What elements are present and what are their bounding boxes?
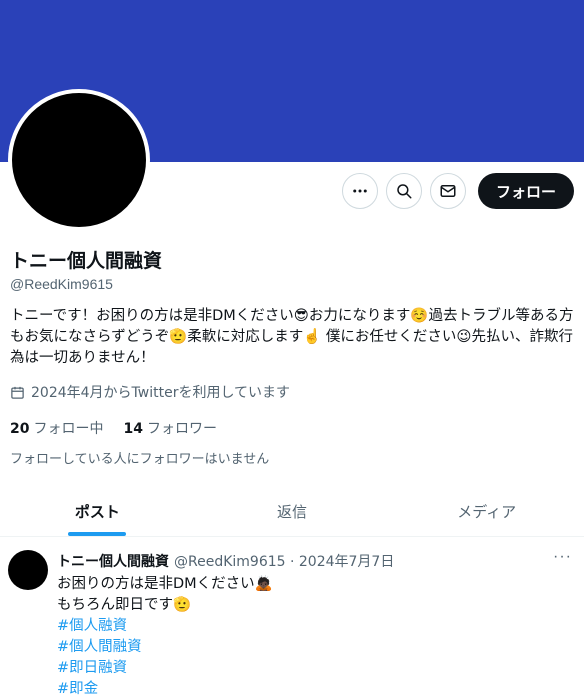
tab-label: 返信 <box>277 503 308 521</box>
search-button[interactable] <box>385 173 422 209</box>
following-label: フォロー中 <box>33 421 104 437</box>
hashtag-link[interactable]: #即金 <box>57 679 273 698</box>
tab-label: メディア <box>457 503 517 521</box>
tweet-avatar[interactable] <box>8 550 48 590</box>
mail-icon <box>440 185 456 197</box>
message-button[interactable] <box>429 173 466 209</box>
following-count: 20 <box>10 421 30 437</box>
joined-date: 2024年4月からTwitterを利用しています <box>10 382 290 402</box>
tweet-header: トニー個人間融資 @ReedKim9615 · 2024年7月7日 <box>57 551 394 571</box>
profile-handle: @ReedKim9615 <box>10 276 113 292</box>
active-tab-indicator <box>68 532 127 536</box>
following-link[interactable]: 20 フォロー中 <box>10 418 103 438</box>
profile-tabs: ポスト 返信 メディア <box>0 487 584 537</box>
hashtag-link[interactable]: #個人間融資 <box>57 637 273 658</box>
tab-replies[interactable]: 返信 <box>195 487 390 536</box>
tweet-body: お困りの方は是非DMください🙇🏿 もちろん即日です🫡 #個人融資 #個人間融資 … <box>57 574 273 698</box>
followers-count: 14 <box>123 421 143 437</box>
followers-link[interactable]: 14 フォロワー <box>123 418 216 438</box>
more-button[interactable] <box>341 173 378 209</box>
search-icon <box>397 184 412 199</box>
profile-display-name: トニー個人間融資 <box>10 250 163 272</box>
tweet-meta: @ReedKim9615 · 2024年7月7日 <box>174 554 395 570</box>
tweet-author[interactable]: トニー個人間融資 <box>57 551 169 571</box>
tweet-text-line: もちろん即日です🫡 <box>57 597 192 613</box>
follow-counts: 20 フォロー中 14 フォロワー <box>10 418 217 438</box>
hashtag-link[interactable]: #個人融資 <box>57 616 273 637</box>
hashtag-link[interactable]: #即日融資 <box>57 658 273 679</box>
tweet-more-button[interactable]: ··· <box>553 548 572 566</box>
tweet-text-line: お困りの方は是非DMください🙇🏿 <box>57 576 273 592</box>
more-icon <box>353 189 367 193</box>
profile-avatar[interactable] <box>8 89 150 231</box>
mutual-followers-note: フォローしている人にフォロワーはいません <box>10 452 270 467</box>
profile-bio: トニーです！お困りの方は是非DMください😎お力になります☺️過去トラブル等ある方… <box>10 308 574 366</box>
tab-media[interactable]: メディア <box>389 487 584 536</box>
follow-button[interactable]: フォロー <box>477 173 574 209</box>
joined-text: 2024年4月からTwitterを利用しています <box>31 385 291 401</box>
tab-label: ポスト <box>74 503 120 521</box>
tab-posts[interactable]: ポスト <box>0 487 195 536</box>
profile-actions: フォロー <box>341 173 574 209</box>
tweet[interactable]: トニー個人間融資 @ReedKim9615 · 2024年7月7日 ··· お困… <box>0 538 584 698</box>
followers-label: フォロワー <box>146 421 217 437</box>
calendar-icon <box>11 386 24 399</box>
